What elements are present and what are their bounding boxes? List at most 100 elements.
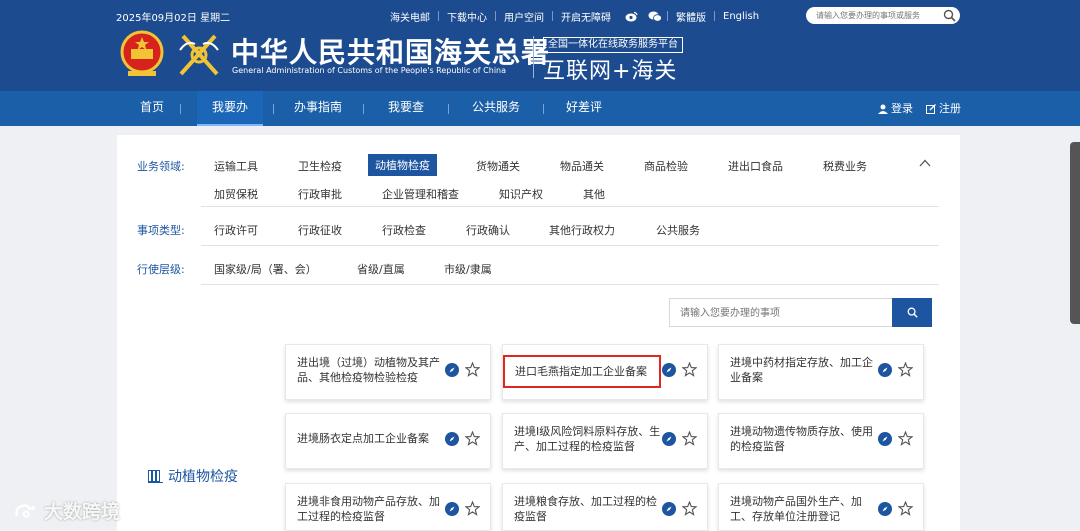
link-email[interactable]: 海关电邮 [382, 9, 438, 24]
search-button[interactable] [892, 298, 932, 327]
header-search [806, 7, 960, 24]
filter-option[interactable]: 市级/隶属 [444, 261, 492, 277]
filter-option[interactable]: 进出口食品 [728, 158, 783, 174]
site-title: 中华人民共和国海关总署 [231, 36, 551, 69]
divider [201, 245, 939, 246]
filter-option[interactable]: 国家级/局（署、会） [214, 261, 317, 277]
filter-option-selected[interactable]: 动植物检疫 [368, 154, 437, 176]
collapse-chevron-icon[interactable] [919, 157, 931, 169]
service-card[interactable]: 进境动物产品国外生产、加工、存放单位注册登记 [718, 483, 924, 531]
login-link[interactable]: 登录 [878, 91, 913, 126]
filter-option[interactable]: 税费业务 [823, 158, 867, 174]
service-card[interactable]: 进境Ⅰ级风险饲料原料存放、生产、加工过程的检疫监督 [502, 413, 708, 469]
service-card[interactable]: 进境非食用动物产品存放、加工过程的检疫监督 [285, 483, 491, 531]
star-icon[interactable] [898, 431, 913, 446]
guide-compass-icon[interactable] [662, 431, 676, 446]
guide-compass-icon[interactable] [878, 501, 892, 516]
service-card[interactable]: 进境粮食存放、加工过程的检疫监督 [502, 483, 708, 531]
service-card-title[interactable]: 进境Ⅰ级风险饲料原料存放、生产、加工过程的检疫监督 [514, 424, 664, 454]
filter-option[interactable]: 行政确认 [466, 222, 510, 238]
service-card[interactable]: 进境中药材指定存放、加工企业备案 [718, 344, 924, 400]
nav-query[interactable]: 我要查 [380, 91, 432, 126]
card-actions [878, 501, 913, 516]
nav-evaluation[interactable]: 好差评 [558, 91, 610, 126]
login-label: 登录 [891, 102, 913, 115]
link-download[interactable]: 下载中心 [439, 9, 495, 24]
star-icon[interactable] [465, 362, 480, 377]
filter-option[interactable]: 行政征收 [298, 222, 342, 238]
filter-option[interactable]: 企业管理和稽查 [382, 186, 459, 202]
filter-option[interactable]: 加贸保税 [214, 186, 258, 202]
service-card[interactable]: 进境肠衣定点加工企业备案 [285, 413, 491, 469]
nav-public-service[interactable]: 公共服务 [466, 91, 526, 126]
filter-option[interactable]: 行政许可 [214, 222, 258, 238]
site-header: 2025年09月02日 星期二 海关电邮 下载中心 用户空间 开启无障碍 繁體版… [0, 0, 1080, 91]
nav-do[interactable]: 我要办 [197, 91, 263, 126]
star-icon[interactable] [465, 501, 480, 516]
filter-option[interactable]: 商品检验 [644, 158, 688, 174]
service-card-title[interactable]: 进境中药材指定存放、加工企业备案 [730, 355, 880, 385]
star-icon[interactable] [682, 501, 697, 516]
star-icon[interactable] [682, 362, 697, 377]
star-icon[interactable] [682, 431, 697, 446]
filter-option[interactable]: 运输工具 [214, 158, 258, 174]
service-card-title[interactable]: 进出境（过境）动植物及其产品、其他检疫物检验检疫 [297, 355, 447, 385]
filter-option[interactable]: 省级/直属 [357, 261, 405, 277]
filter-option[interactable]: 其他 [583, 186, 605, 202]
service-card-title[interactable]: 进境肠衣定点加工企业备案 [297, 431, 462, 446]
star-icon[interactable] [898, 362, 913, 377]
customs-logo-icon [179, 34, 219, 76]
star-icon[interactable] [898, 501, 913, 516]
filter-option[interactable]: 其他行政权力 [549, 222, 615, 238]
filter-option[interactable]: 货物通关 [476, 158, 520, 174]
scrollbar-handle[interactable] [1070, 142, 1080, 324]
section-title: 动植物检疫 [148, 466, 238, 486]
watermark-logo-icon [15, 503, 35, 517]
filter-option[interactable]: 知识产权 [499, 186, 543, 202]
guide-compass-icon[interactable] [878, 362, 892, 377]
filter-option[interactable]: 行政审批 [298, 186, 342, 202]
service-card-title[interactable]: 进境动物产品国外生产、加工、存放单位注册登记 [730, 494, 880, 524]
link-accessibility[interactable]: 开启无障碍 [553, 9, 619, 24]
service-card[interactable]: 进境动物遗传物质存放、使用的检疫监督 [718, 413, 924, 469]
filter-option[interactable]: 卫生检疫 [298, 158, 342, 174]
section-title-label: 动植物检疫 [168, 469, 238, 485]
top-links: 海关电邮 下载中心 用户空间 开启无障碍 繁體版 English [382, 9, 767, 24]
service-card-title-highlighted[interactable]: 进口毛燕指定加工企业备案 [503, 355, 661, 388]
register-link[interactable]: 注册 [926, 91, 961, 126]
service-card-title[interactable]: 进境非食用动物产品存放、加工过程的检疫监督 [297, 494, 447, 524]
card-actions [662, 431, 697, 446]
search-icon[interactable] [943, 9, 956, 22]
item-search-input[interactable] [680, 305, 880, 321]
wechat-icon[interactable] [648, 10, 662, 22]
guide-compass-icon[interactable] [445, 501, 459, 516]
service-card[interactable]: 进口毛燕指定加工企业备案 [502, 344, 708, 400]
service-card[interactable]: 进出境（过境）动植物及其产品、其他检疫物检验检疫 [285, 344, 491, 400]
guide-compass-icon[interactable] [445, 362, 459, 377]
divider [201, 284, 939, 285]
filter-option[interactable]: 物品通关 [560, 158, 604, 174]
weibo-icon[interactable] [624, 10, 638, 22]
divider [363, 104, 364, 114]
divider [180, 104, 181, 114]
platform-title: 互联网+海关 [543, 59, 678, 84]
guide-compass-icon[interactable] [662, 362, 676, 377]
nav-guide[interactable]: 办事指南 [288, 91, 348, 126]
star-icon[interactable] [465, 431, 480, 446]
user-icon [878, 104, 888, 114]
service-card-title[interactable]: 进境粮食存放、加工过程的检疫监督 [514, 494, 664, 524]
guide-compass-icon[interactable] [662, 501, 676, 516]
guide-compass-icon[interactable] [445, 431, 459, 446]
nav-home[interactable]: 首页 [126, 91, 178, 126]
card-actions [445, 431, 480, 446]
filter-option[interactable]: 公共服务 [656, 222, 700, 238]
link-user-space[interactable]: 用户空间 [496, 9, 552, 24]
header-date: 2025年09月02日 星期二 [116, 13, 231, 24]
guide-compass-icon[interactable] [878, 431, 892, 446]
divider [543, 104, 544, 114]
service-card-title[interactable]: 进境动物遗传物质存放、使用的检疫监督 [730, 424, 880, 454]
header-search-input[interactable] [816, 9, 938, 22]
link-traditional[interactable]: 繁體版 [668, 9, 714, 24]
link-english[interactable]: English [715, 11, 767, 22]
filter-option[interactable]: 行政检查 [382, 222, 426, 238]
